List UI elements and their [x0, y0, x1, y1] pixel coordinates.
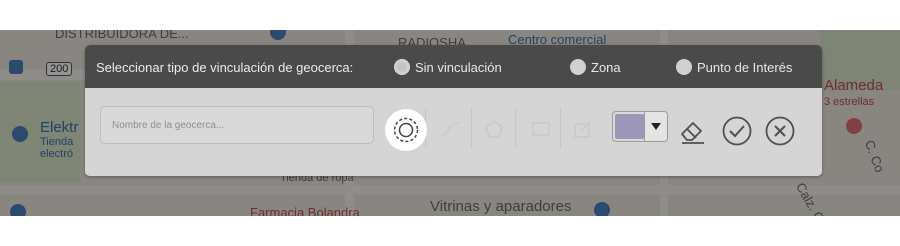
radio-punto-de-interes[interactable]: Punto de Interés [676, 57, 792, 77]
rectangle-tool-button[interactable] [521, 109, 561, 149]
toolbar-separator [560, 108, 561, 148]
eraser-button[interactable] [677, 115, 709, 147]
radio-dot[interactable] [676, 59, 692, 75]
radio-label: Sin vinculación [415, 59, 502, 75]
rectangle-icon [532, 122, 550, 136]
confirm-button[interactable] [721, 115, 753, 147]
radio-label: Punto de Interés [697, 59, 793, 75]
eraser-icon [681, 122, 704, 144]
polyline-tool-button[interactable] [431, 109, 471, 149]
circle-tool-button[interactable] [385, 109, 427, 151]
cancel-button[interactable] [764, 115, 796, 147]
radio-dot[interactable] [570, 59, 586, 75]
close-circle-icon [765, 116, 795, 146]
panel-header: Seleccionar tipo de vinculación de geoce… [85, 45, 822, 88]
color-picker[interactable] [612, 111, 668, 142]
geofence-name-input[interactable] [100, 106, 374, 144]
radio-zona[interactable]: Zona [570, 57, 621, 77]
polyline-icon [442, 121, 460, 137]
edit-icon [574, 120, 592, 138]
polygon-tool-button[interactable] [474, 109, 514, 149]
radio-label: Zona [591, 59, 621, 75]
circle-draw-icon [393, 117, 419, 143]
dropdown-arrow-icon[interactable] [644, 112, 667, 141]
header-title: Seleccionar tipo de vinculación de geoce… [96, 60, 354, 75]
color-swatch [615, 114, 644, 139]
radio-dot[interactable] [394, 59, 410, 75]
polygon-icon [485, 120, 503, 138]
toolbar-separator [471, 108, 472, 148]
toolbar-separator [515, 108, 516, 148]
edit-tool-button[interactable] [563, 109, 603, 149]
radio-sin-vinculacion[interactable]: Sin vinculación [394, 57, 502, 77]
check-circle-icon [722, 116, 752, 146]
geofence-panel: Seleccionar tipo de vinculación de geoce… [85, 45, 822, 176]
